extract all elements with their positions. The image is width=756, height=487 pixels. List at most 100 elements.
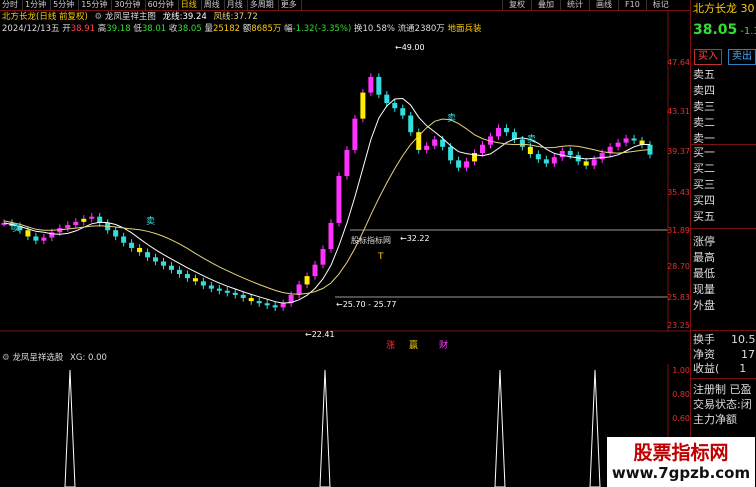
candle-body bbox=[535, 154, 541, 160]
level-1-value: 32.22 bbox=[406, 234, 430, 243]
candle-body bbox=[264, 303, 270, 306]
bid-level-2: 买三 bbox=[693, 178, 715, 191]
high-price-label: ←49.00 bbox=[395, 43, 425, 52]
candle-body bbox=[551, 157, 557, 164]
lower-indicator-name[interactable]: 龙凤呈祥选股 bbox=[12, 353, 63, 363]
bid-level-0: 买一 bbox=[693, 146, 715, 159]
candle-body bbox=[224, 290, 230, 293]
level-1-label: ←32.22 bbox=[400, 234, 430, 243]
stat-row-0: 涨停 bbox=[693, 235, 715, 248]
candle-body bbox=[352, 118, 358, 150]
candle-body bbox=[89, 216, 95, 219]
toolbar-button-4[interactable]: F10 bbox=[618, 0, 646, 10]
nav-row-label: 净资 bbox=[693, 348, 715, 361]
low-price-value: 22.41 bbox=[311, 330, 335, 339]
candle-body bbox=[176, 269, 182, 275]
candle-body bbox=[543, 159, 549, 164]
level-2-label: ←25.70 - 25.77 bbox=[336, 300, 397, 309]
bid-level-4: 买五 bbox=[693, 210, 715, 223]
high-price-value: 49.00 bbox=[401, 43, 425, 52]
candle-body bbox=[129, 242, 135, 248]
bid-level-1: 买二 bbox=[693, 162, 715, 175]
main-kline-chart[interactable] bbox=[0, 10, 690, 332]
period-tab-9[interactable]: 多周期 bbox=[248, 0, 279, 10]
candle-body bbox=[184, 274, 190, 279]
candle-body bbox=[113, 230, 119, 237]
reg-row: 注册制 已盈 bbox=[693, 383, 752, 396]
candle-body bbox=[527, 146, 533, 155]
toolbar-button-5[interactable]: 标记 bbox=[645, 0, 675, 10]
price-tick-3: 35.43 bbox=[667, 188, 690, 197]
period-tab-0[interactable]: 分时 bbox=[0, 0, 23, 10]
candle-body bbox=[161, 261, 167, 266]
candle-body bbox=[192, 278, 198, 282]
period-tab-4[interactable]: 30分钟 bbox=[112, 0, 146, 10]
eps-row-value: 1 bbox=[739, 362, 747, 375]
candle-body bbox=[328, 222, 334, 249]
turnover-row: 换手 10.5 bbox=[693, 333, 756, 346]
trade-row: 交易状态:闭 bbox=[693, 398, 752, 411]
candle-body bbox=[424, 145, 430, 150]
toolbar-button-2[interactable]: 统计 bbox=[560, 0, 589, 10]
turnover-row-value: 10.5 bbox=[731, 333, 756, 346]
low-price-label: ←22.41 bbox=[305, 330, 335, 339]
period-tab-3[interactable]: 15分钟 bbox=[79, 0, 113, 10]
candle-body bbox=[168, 265, 174, 270]
toolbar-button-1[interactable]: 叠加 bbox=[531, 0, 560, 10]
toolbar-button-0[interactable]: 复权 bbox=[502, 0, 531, 10]
candle-body bbox=[137, 247, 143, 253]
turnover-row-label: 换手 bbox=[693, 333, 715, 346]
bid-level-3: 买四 bbox=[693, 194, 715, 207]
period-tab-7[interactable]: 周线 bbox=[202, 0, 225, 10]
xg-spike-1 bbox=[319, 369, 331, 487]
candle-body bbox=[360, 92, 366, 119]
candle-body bbox=[631, 138, 637, 141]
brand-label: 股标指标网 bbox=[351, 236, 391, 245]
eps-row-label: 收益( bbox=[693, 362, 720, 375]
sell-label-1: 卖 bbox=[12, 224, 22, 234]
lower-indicator-chart[interactable] bbox=[0, 364, 690, 487]
candle-body bbox=[320, 249, 326, 265]
toolbar-button-3[interactable]: 画线 bbox=[589, 0, 618, 10]
period-tab-1[interactable]: 1分钟 bbox=[23, 0, 52, 10]
candle-body bbox=[312, 264, 318, 277]
reg-row-label: 注册制 bbox=[693, 383, 726, 396]
trade-row-value: 闭 bbox=[740, 398, 752, 411]
candle-body bbox=[200, 281, 206, 286]
ask-level-2: 卖三 bbox=[693, 100, 715, 113]
toolbar-right-buttons: 复权 叠加 统计 画线 F10 标记 bbox=[502, 0, 675, 10]
long-line bbox=[3, 97, 651, 304]
price-tick-5: 28.70 bbox=[667, 262, 690, 271]
buy-button[interactable]: 买入 bbox=[694, 49, 722, 65]
phoenix-line bbox=[3, 118, 651, 295]
candle-body bbox=[73, 221, 79, 226]
t-mark: T bbox=[378, 252, 384, 262]
bottom-mark-3: 财 bbox=[439, 341, 449, 351]
period-tab-10[interactable]: 更多 bbox=[279, 0, 302, 10]
sell-label-2: 卖 bbox=[146, 217, 156, 227]
candle-body bbox=[344, 149, 350, 176]
candle-body bbox=[392, 103, 398, 109]
period-tab-6[interactable]: 日线 bbox=[179, 0, 202, 10]
stat-row-1: 最高 bbox=[693, 251, 715, 264]
candle-body bbox=[336, 176, 342, 223]
lower-gear-icon[interactable]: ⚙ bbox=[2, 353, 10, 363]
candle-body bbox=[408, 115, 414, 133]
candle-body bbox=[432, 139, 438, 146]
price-tick-6: 25.83 bbox=[667, 293, 690, 302]
sell-label-3: 卖 bbox=[447, 114, 457, 124]
candle-body bbox=[41, 237, 47, 241]
nav-row: 净资 17 bbox=[693, 348, 755, 361]
period-tab-5[interactable]: 60分钟 bbox=[146, 0, 179, 10]
period-tab-8[interactable]: 月线 bbox=[225, 0, 248, 10]
sell-button[interactable]: 卖出 bbox=[728, 49, 756, 65]
period-tab-2[interactable]: 5分钟 bbox=[51, 0, 80, 10]
candle-body bbox=[464, 161, 470, 168]
candle-body bbox=[615, 142, 621, 147]
candle-body bbox=[384, 94, 390, 103]
xg-spike-2 bbox=[494, 369, 506, 487]
candle-body bbox=[567, 150, 573, 156]
capital-row[interactable]: 主力净额 bbox=[693, 413, 737, 426]
quote-panel: 北方长龙 30 38.05-1.32 买入 卖出 卖五卖四卖三卖二卖一 买一买二… bbox=[690, 0, 756, 487]
candle-body bbox=[368, 76, 374, 93]
